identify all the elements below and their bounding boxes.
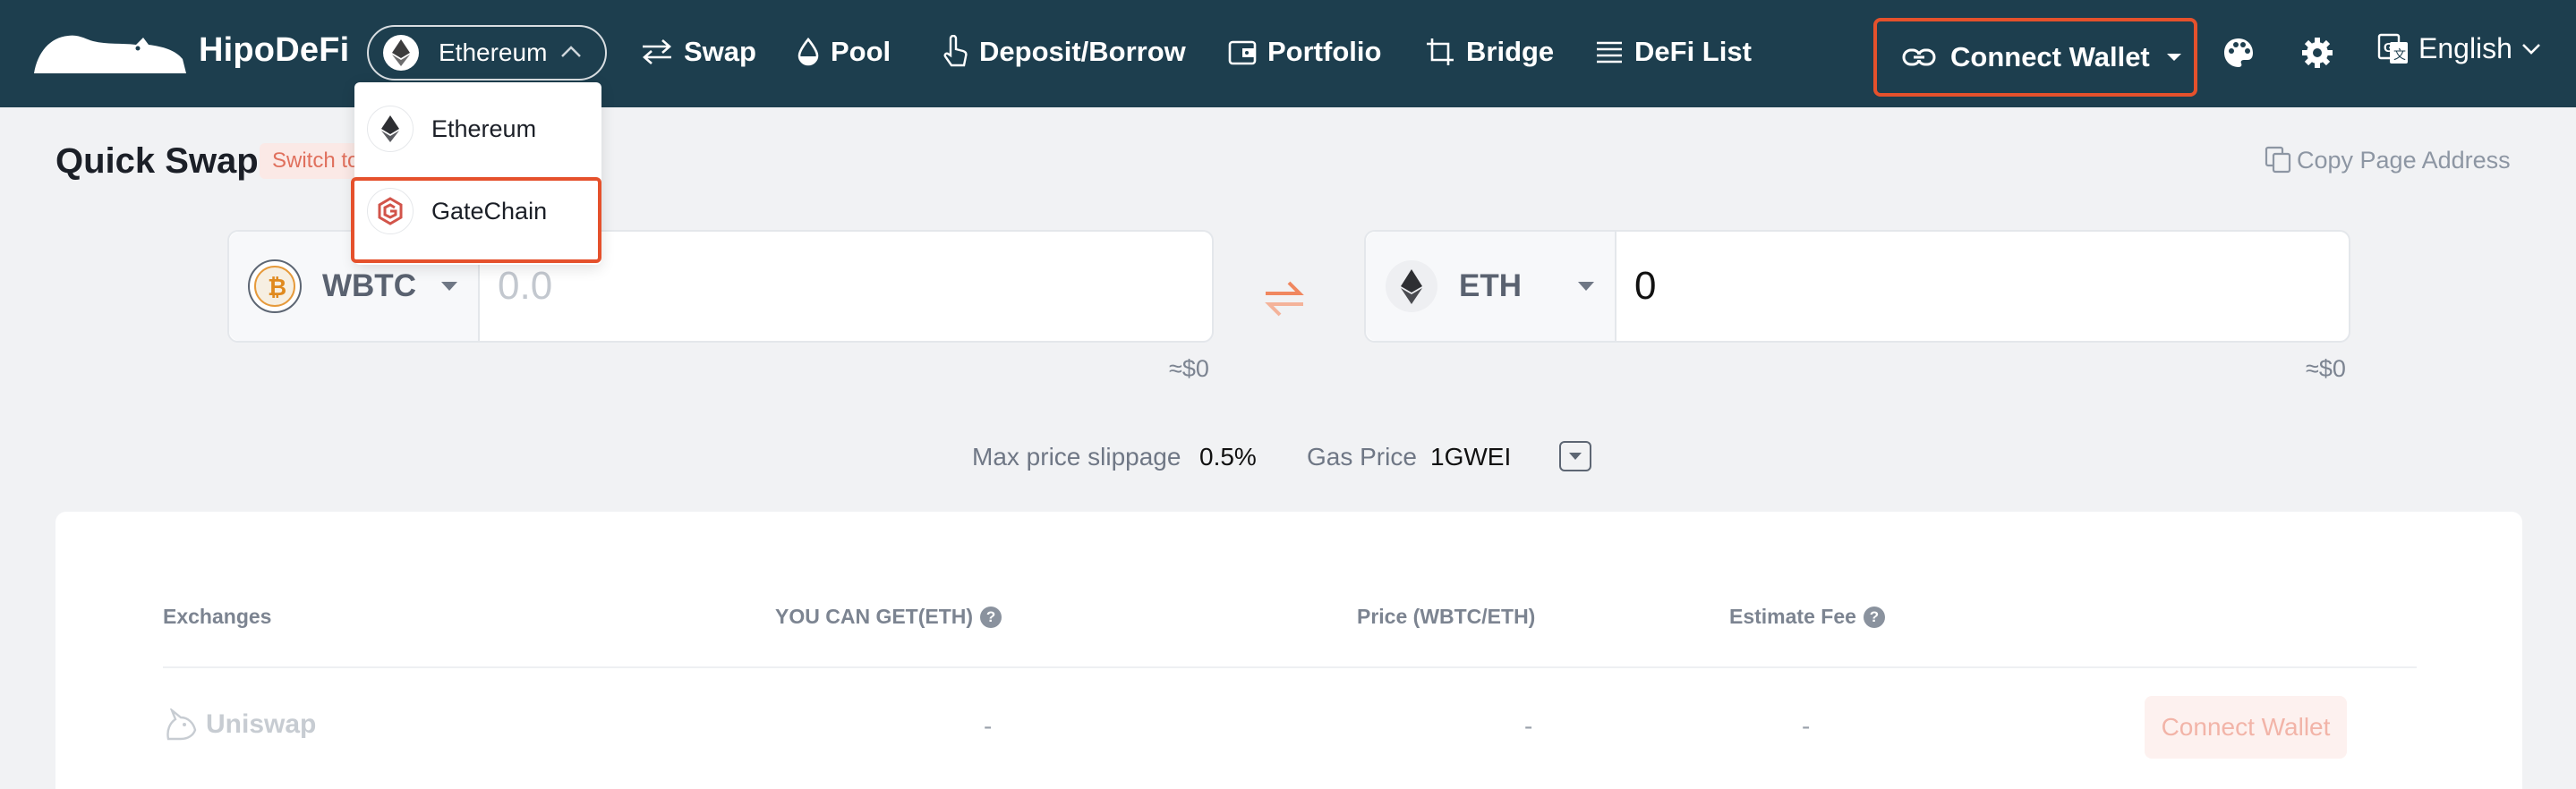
settings-button[interactable] (2297, 32, 2338, 73)
col-exchanges-label: Exchanges (163, 605, 272, 628)
row-connect-wallet-button[interactable]: Connect Wallet (2145, 696, 2347, 759)
palette-icon (2224, 38, 2253, 67)
nav-bridge[interactable]: Bridge (1425, 32, 1554, 72)
col-exchanges: Exchanges (163, 605, 271, 629)
swap-direction-button[interactable] (1264, 274, 1305, 328)
chain-dropdown-menu: Ethereum GateChain (354, 82, 601, 265)
table-divider (163, 666, 2417, 668)
nav-swap[interactable]: Swap (641, 32, 756, 72)
chain-selector[interactable]: Ethereum (367, 25, 607, 81)
exchange-name: Uniswap (206, 709, 317, 739)
col-estimate-fee-label: Estimate Fee (1729, 605, 1856, 628)
question-icon[interactable]: ? (980, 606, 1002, 628)
nav-defi-list-label: DeFi List (1634, 36, 1752, 67)
caret-down-icon (1578, 282, 1594, 291)
slippage-label-text: Max price slippage (972, 443, 1181, 471)
gas-value-text: 1GWEI (1430, 443, 1512, 471)
ethereum-icon (367, 106, 414, 152)
nav-portfolio-label: Portfolio (1267, 36, 1382, 67)
hippo-logo-icon (34, 35, 186, 73)
chain-option-gatechain[interactable]: GateChain (367, 188, 547, 234)
to-token-box: ETH 0 (1364, 230, 2350, 343)
slippage-label: Max price slippage (972, 443, 1181, 471)
question-icon[interactable]: ? (1863, 606, 1885, 628)
row-price: - (1524, 712, 1533, 740)
caret-down-icon (441, 282, 457, 291)
nav-deposit-borrow-label: Deposit/Borrow (979, 36, 1186, 67)
nav-deposit-borrow[interactable]: Deposit/Borrow (942, 32, 1186, 72)
from-usd-value: ≈$0 (1169, 355, 1209, 382)
gatechain-icon (367, 188, 414, 234)
swap-arrows-icon (1265, 281, 1304, 317)
wallet-icon (1228, 40, 1257, 65)
crop-icon (1427, 38, 1454, 65)
to-token-symbol: ETH (1459, 268, 1522, 303)
gas-label-text: Gas Price (1307, 443, 1417, 471)
col-price-label: Price (WBTC/ETH) (1357, 605, 1536, 628)
theme-button[interactable] (2218, 32, 2259, 73)
copy-icon (2265, 146, 2291, 174)
row-you-can-get: - (984, 712, 993, 740)
slippage-value[interactable]: 0.5% (1199, 443, 1257, 471)
to-usd-value: ≈$0 (2306, 355, 2346, 382)
col-you-can-get: YOU CAN GET(ETH)? (775, 605, 1002, 629)
chain-option-ethereum-label: Ethereum (431, 115, 537, 142)
settings-expand-button[interactable] (1559, 441, 1591, 471)
brand-name: HipoDeFi (199, 30, 350, 69)
chain-selector-label: Ethereum (439, 38, 548, 66)
col-price: Price (WBTC/ETH) (1357, 605, 1535, 629)
slippage-value-text: 0.5% (1199, 443, 1257, 471)
hand-pointer-icon (943, 35, 968, 67)
list-icon (1597, 41, 1622, 64)
brand-logo[interactable]: HipoDeFi (32, 25, 349, 75)
table-row-exchange: Uniswap (163, 708, 316, 741)
svg-text:文: 文 (2393, 48, 2406, 63)
bitcoin-icon: ₿ (248, 259, 302, 313)
to-amount-input[interactable]: 0 (1634, 232, 1656, 341)
nav-swap-label: Swap (684, 36, 756, 67)
ethereum-icon (383, 35, 419, 71)
nav-bridge-label: Bridge (1466, 36, 1555, 67)
unicorn-icon (166, 708, 197, 741)
droplet-icon (798, 38, 819, 66)
gas-value[interactable]: 1GWEI (1430, 443, 1511, 471)
gas-label: Gas Price (1307, 443, 1417, 471)
nav-pool[interactable]: Pool (797, 32, 891, 72)
gear-icon (2302, 38, 2333, 68)
chevron-down-icon (2522, 43, 2540, 55)
connect-wallet-button[interactable]: Connect Wallet (1873, 18, 2197, 97)
page-title: Quick Swap (55, 141, 259, 181)
row-fee: - (1802, 712, 1811, 740)
nav-portfolio[interactable]: Portfolio (1228, 32, 1381, 72)
nav-defi-list[interactable]: DeFi List (1595, 32, 1752, 72)
ethereum-icon (1386, 260, 1437, 312)
to-token-selector[interactable]: ETH (1366, 232, 1616, 341)
chain-option-ethereum[interactable]: Ethereum (367, 106, 536, 152)
connect-wallet-label: Connect Wallet (1950, 41, 2150, 72)
swap-arrows-icon (643, 39, 671, 64)
col-you-can-get-label: YOU CAN GET(ETH) (775, 605, 974, 628)
language-selector[interactable]: G文 English (2377, 32, 2541, 65)
copy-page-address-link[interactable]: Copy Page Address (2265, 146, 2511, 174)
svg-text:₿: ₿ (268, 274, 286, 301)
copy-page-address-label: Copy Page Address (2297, 146, 2511, 174)
from-token-symbol: WBTC (322, 268, 416, 303)
chain-option-gatechain-label: GateChain (431, 197, 548, 225)
translate-icon: G文 (2377, 33, 2408, 64)
col-estimate-fee: Estimate Fee? (1729, 605, 1885, 629)
language-label: English (2418, 32, 2512, 64)
caret-down-icon (2166, 54, 2181, 61)
caret-down-icon (1569, 453, 1582, 460)
chevron-up-icon (561, 46, 581, 57)
nav-pool-label: Pool (831, 36, 891, 67)
link-icon (1902, 48, 1936, 66)
